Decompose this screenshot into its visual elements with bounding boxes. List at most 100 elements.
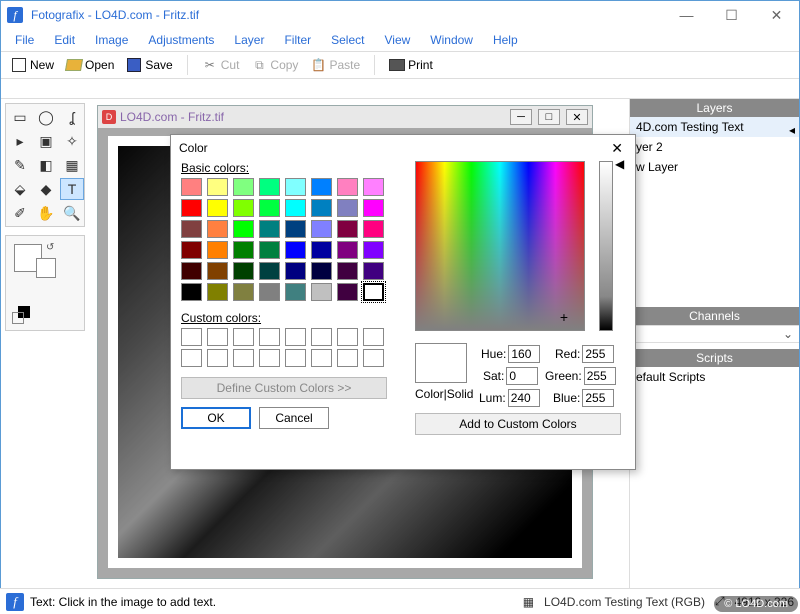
zoom-tool-icon[interactable]: 🔍 (60, 202, 84, 224)
doc-minimize-button[interactable]: ─ (510, 109, 532, 125)
basic-color-swatch[interactable] (233, 262, 254, 280)
basic-color-swatch[interactable] (207, 178, 228, 196)
basic-color-swatch[interactable] (181, 262, 202, 280)
color-gradient[interactable]: + (415, 161, 585, 331)
minimize-button[interactable]: ― (664, 1, 709, 29)
layers-panel-header[interactable]: Layers (630, 99, 799, 117)
shape-tool-icon[interactable]: ◆ (34, 178, 58, 200)
bucket-tool-icon[interactable]: ⬙ (8, 178, 32, 200)
basic-color-swatch[interactable] (285, 241, 306, 259)
basic-color-swatch[interactable] (233, 283, 254, 301)
basic-color-swatch[interactable] (363, 178, 384, 196)
text-tool-icon[interactable]: T (60, 178, 84, 200)
gradient-tool-icon[interactable]: ▦ (60, 154, 84, 176)
basic-color-swatch[interactable] (311, 220, 332, 238)
luminance-slider[interactable] (599, 161, 613, 331)
menu-help[interactable]: Help (483, 31, 528, 49)
doc-maximize-button[interactable]: □ (538, 109, 560, 125)
basic-color-swatch[interactable] (285, 262, 306, 280)
basic-color-swatch[interactable] (363, 220, 384, 238)
basic-color-swatch[interactable] (233, 220, 254, 238)
basic-color-swatch[interactable] (233, 199, 254, 217)
custom-color-swatch[interactable] (285, 349, 306, 367)
basic-color-swatch[interactable] (337, 283, 358, 301)
default-colors-fg[interactable] (12, 312, 24, 324)
custom-color-swatch[interactable] (259, 349, 280, 367)
basic-color-swatch[interactable] (259, 199, 280, 217)
menu-select[interactable]: Select (321, 31, 374, 49)
scripts-panel-header[interactable]: Scripts (630, 349, 799, 367)
layer-item[interactable]: yer 2 (630, 137, 799, 157)
custom-color-swatch[interactable] (311, 349, 332, 367)
custom-color-swatch[interactable] (181, 349, 202, 367)
paste-button[interactable]: 📋Paste (306, 55, 364, 75)
custom-color-swatch[interactable] (337, 349, 358, 367)
cut-button[interactable]: ✂Cut (198, 55, 244, 75)
basic-color-swatch[interactable] (285, 283, 306, 301)
basic-color-swatch[interactable] (181, 178, 202, 196)
basic-color-swatch[interactable] (337, 220, 358, 238)
basic-color-swatch[interactable] (363, 283, 384, 301)
define-custom-colors-button[interactable]: Define Custom Colors >> (181, 377, 387, 399)
layer-item[interactable]: 4D.com Testing Text (630, 117, 799, 137)
print-button[interactable]: Print (385, 55, 437, 75)
basic-color-swatch[interactable] (337, 262, 358, 280)
custom-color-swatch[interactable] (363, 349, 384, 367)
save-button[interactable]: Save (122, 55, 176, 75)
basic-color-swatch[interactable] (311, 241, 332, 259)
basic-color-swatch[interactable] (363, 241, 384, 259)
eyedropper-tool-icon[interactable]: ✐ (8, 202, 32, 224)
copy-button[interactable]: ⧉Copy (247, 55, 302, 75)
channels-panel-header[interactable]: Channels (630, 307, 799, 325)
add-to-custom-button[interactable]: Add to Custom Colors (415, 413, 621, 435)
menu-filter[interactable]: Filter (274, 31, 321, 49)
maximize-button[interactable]: ☐ (709, 1, 754, 29)
basic-color-swatch[interactable] (207, 283, 228, 301)
basic-color-swatch[interactable] (285, 178, 306, 196)
script-item[interactable]: efault Scripts (630, 367, 799, 387)
marquee-tool-icon[interactable]: ▭ (8, 106, 32, 128)
menu-edit[interactable]: Edit (44, 31, 85, 49)
basic-color-swatch[interactable] (207, 262, 228, 280)
menu-layer[interactable]: Layer (224, 31, 274, 49)
lasso-tool-icon[interactable]: ʆ (60, 106, 84, 128)
hue-input[interactable] (508, 345, 540, 363)
dialog-close-button[interactable]: ✕ (607, 140, 627, 157)
custom-color-swatch[interactable] (233, 328, 254, 346)
menu-window[interactable]: Window (420, 31, 483, 49)
basic-color-swatch[interactable] (311, 178, 332, 196)
brush-tool-icon[interactable]: ✎ (8, 154, 32, 176)
basic-color-swatch[interactable] (337, 241, 358, 259)
menu-adjustments[interactable]: Adjustments (138, 31, 224, 49)
basic-color-swatch[interactable] (363, 262, 384, 280)
basic-color-swatch[interactable] (233, 241, 254, 259)
blue-input[interactable] (582, 389, 614, 407)
basic-color-swatch[interactable] (259, 178, 280, 196)
new-button[interactable]: New (7, 55, 58, 75)
hand-tool-icon[interactable]: ✋ (34, 202, 58, 224)
custom-color-swatch[interactable] (259, 328, 280, 346)
basic-color-swatch[interactable] (259, 283, 280, 301)
basic-color-swatch[interactable] (207, 199, 228, 217)
basic-color-swatch[interactable] (311, 199, 332, 217)
layer-item[interactable]: w Layer (630, 157, 799, 177)
green-input[interactable] (584, 367, 616, 385)
basic-color-swatch[interactable] (181, 199, 202, 217)
basic-color-swatch[interactable] (259, 241, 280, 259)
custom-color-swatch[interactable] (181, 328, 202, 346)
red-input[interactable] (582, 345, 614, 363)
close-button[interactable]: ✕ (754, 1, 799, 29)
basic-color-swatch[interactable] (285, 199, 306, 217)
channels-dropdown[interactable]: ⌄ (630, 325, 799, 343)
basic-color-swatch[interactable] (233, 178, 254, 196)
custom-color-swatch[interactable] (363, 328, 384, 346)
custom-color-swatch[interactable] (207, 328, 228, 346)
background-color-swatch[interactable] (36, 258, 56, 278)
basic-color-swatch[interactable] (285, 220, 306, 238)
basic-color-swatch[interactable] (337, 199, 358, 217)
custom-color-swatch[interactable] (311, 328, 332, 346)
custom-color-swatch[interactable] (337, 328, 358, 346)
basic-color-swatch[interactable] (181, 241, 202, 259)
crop-tool-icon[interactable]: ▣ (34, 130, 58, 152)
open-button[interactable]: Open (62, 55, 118, 75)
